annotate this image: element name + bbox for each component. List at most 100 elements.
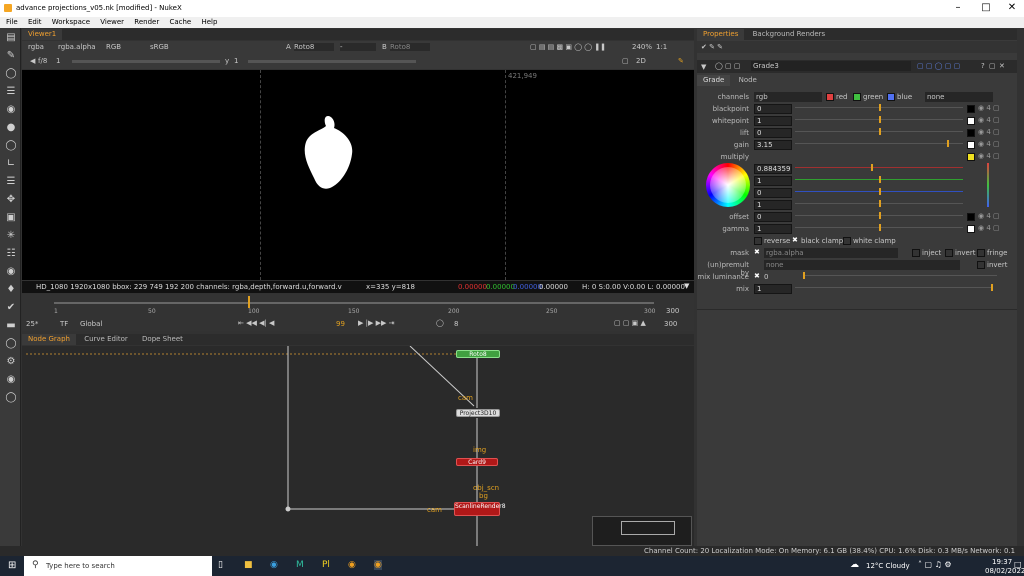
file-explorer-icon[interactable]: ■ xyxy=(244,560,253,570)
white-clamp-checkbox[interactable] xyxy=(843,237,851,245)
app-m-icon[interactable]: M xyxy=(296,560,304,570)
deep-icon[interactable]: ☷ xyxy=(5,248,17,260)
slider-thumb[interactable] xyxy=(879,128,881,135)
filter-icon[interactable]: ● xyxy=(5,122,17,134)
playback-controls[interactable]: ⇤ ◀◀ ◀| ◀ xyxy=(238,319,274,327)
row-icons[interactable]: ◉ 4 ▢ xyxy=(978,140,1000,148)
color-swatch[interactable] xyxy=(967,225,975,233)
roi-icon[interactable]: ▢ xyxy=(622,57,629,65)
step-value[interactable]: 8 xyxy=(454,320,458,328)
image-icon[interactable]: ▤ xyxy=(5,32,17,44)
info-expand-icon[interactable]: ▼ xyxy=(684,282,689,290)
multiply-b-field[interactable]: 0 xyxy=(754,188,792,198)
slider-thumb[interactable] xyxy=(879,224,881,231)
nukex-task-icon[interactable]: ◉ xyxy=(374,560,382,570)
gamma-field[interactable]: 1 xyxy=(754,224,792,234)
tag-icon[interactable]: ♦ xyxy=(5,284,17,296)
mix-slider[interactable] xyxy=(795,284,993,291)
node-scanline-render[interactable]: ScanlineRender8 xyxy=(454,502,506,516)
float-icon[interactable]: ▢ xyxy=(989,62,996,70)
alpha-channel-dropdown[interactable]: none xyxy=(925,92,993,102)
gain-slider[interactable] xyxy=(795,140,963,147)
gamma-slider[interactable] xyxy=(795,224,963,231)
row-icons[interactable]: ◉ 4 ▢ xyxy=(978,116,1000,124)
channel-icon[interactable]: ☰ xyxy=(5,86,17,98)
tab-properties[interactable]: Properties xyxy=(697,29,745,40)
slider-thumb[interactable] xyxy=(803,272,805,279)
multiply-a-slider[interactable] xyxy=(795,200,963,207)
multiply-r-slider[interactable] xyxy=(795,164,963,171)
multiply-g-field[interactable]: 1 xyxy=(754,176,792,186)
menu-cache[interactable]: Cache xyxy=(169,18,191,26)
black-clamp-checkbox[interactable]: ✖ xyxy=(792,236,798,244)
slider-thumb[interactable] xyxy=(879,212,881,219)
tab-dope-sheet[interactable]: Dope Sheet xyxy=(136,334,189,345)
taskbar-search[interactable]: ⚲ Type here to search xyxy=(24,556,212,576)
unpremult-dropdown[interactable]: none xyxy=(764,260,960,270)
multiply-g-slider[interactable] xyxy=(795,176,963,183)
row-icons[interactable]: ◉ 4 ▢ xyxy=(978,152,1000,160)
timeline-track[interactable] xyxy=(54,302,654,304)
lift-slider[interactable] xyxy=(795,128,963,135)
input-b-dropdown[interactable]: Roto8 xyxy=(390,43,430,51)
ratio-dropdown[interactable]: 1:1 xyxy=(656,43,667,51)
node-roto[interactable]: Roto8 xyxy=(456,350,500,358)
draw-icon[interactable]: ✎ xyxy=(5,50,17,62)
node-card[interactable]: Card9 xyxy=(456,458,498,466)
node-name-field[interactable]: Grade3 xyxy=(751,61,911,71)
row-icons[interactable]: ◉ 4 ▢ xyxy=(978,128,1000,136)
multiply-r-field[interactable]: 0.884359 xyxy=(754,164,792,174)
cache-icon[interactable]: ◯ xyxy=(5,338,17,350)
help-icon[interactable]: ? xyxy=(981,62,985,70)
blackpoint-field[interactable]: 0 xyxy=(754,104,792,114)
keyer-icon[interactable]: ◯ xyxy=(5,140,17,152)
menu-file[interactable]: File xyxy=(6,18,18,26)
row-icons[interactable]: ◉ 4 ▢ xyxy=(978,104,1000,112)
color-swatch[interactable] xyxy=(967,153,975,161)
whitepoint-slider[interactable] xyxy=(795,116,963,123)
views-icon[interactable]: ◉ xyxy=(5,266,17,278)
tray-icons[interactable]: ˄ ▢ ♫ ⚙ xyxy=(918,560,952,569)
out-point[interactable]: 300 xyxy=(664,320,677,328)
tab-node[interactable]: Node xyxy=(733,75,763,86)
header-icons[interactable]: ◯ ▢ ▢ xyxy=(715,62,741,70)
gain-field[interactable]: 3.15 xyxy=(754,140,792,150)
zoom-dropdown[interactable]: 240% xyxy=(632,43,652,51)
maximize-icon[interactable]: □ xyxy=(974,2,998,13)
tab-node-graph[interactable]: Node Graph xyxy=(22,334,76,345)
range-dropdown[interactable]: Global xyxy=(80,320,102,328)
menu-viewer[interactable]: Viewer xyxy=(100,18,124,26)
inject-checkbox[interactable] xyxy=(912,249,920,257)
timeline-playhead[interactable] xyxy=(248,296,250,308)
slider-thumb[interactable] xyxy=(879,116,881,123)
node-graph-minimap[interactable] xyxy=(592,516,692,546)
viewer-tool-icons[interactable]: ▢ ▤ ▤ ▩ ▣ ◯ ◯ ❚❚ xyxy=(530,43,606,51)
rgb-slider-bars[interactable] xyxy=(987,163,989,207)
close-panel-icon[interactable]: ✕ xyxy=(999,62,1005,70)
gamma-slider[interactable] xyxy=(248,60,416,63)
mix-luminance-checkbox[interactable]: ✖ xyxy=(754,272,760,280)
fps-dropdown[interactable]: 25* xyxy=(26,320,38,328)
app-pl-icon[interactable]: Pl xyxy=(322,560,330,570)
input-a-dropdown[interactable]: Roto8 xyxy=(294,43,334,51)
tab-background-renders[interactable]: Background Renders xyxy=(747,29,832,40)
fstop-icon[interactable]: ◀ xyxy=(30,57,35,65)
clock-time[interactable]: 19:37 xyxy=(992,558,1012,566)
weather-text[interactable]: 12°C Cloudy xyxy=(866,562,910,570)
view-mode-dropdown[interactable]: 2D xyxy=(636,57,646,65)
color-swatch[interactable] xyxy=(967,213,975,221)
tab-curve-editor[interactable]: Curve Editor xyxy=(78,334,134,345)
color-swatch[interactable] xyxy=(967,105,975,113)
fringe-checkbox[interactable] xyxy=(977,249,985,257)
nuke-task-icon[interactable]: ◉ xyxy=(348,560,356,570)
slider-thumb[interactable] xyxy=(991,284,993,291)
menu-edit[interactable]: Edit xyxy=(28,18,42,26)
header-right-icons[interactable]: ▢ ▢ ◯ ▢ ▢ xyxy=(917,62,960,70)
node-project3d[interactable]: Project3D10 xyxy=(456,409,500,417)
invert2-checkbox[interactable] xyxy=(977,261,985,269)
reverse-checkbox[interactable] xyxy=(754,237,762,245)
gain-slider[interactable] xyxy=(72,60,220,63)
notification-icon[interactable]: □ xyxy=(1014,560,1022,569)
slider-thumb[interactable] xyxy=(879,200,881,207)
menu-render[interactable]: Render xyxy=(134,18,159,26)
